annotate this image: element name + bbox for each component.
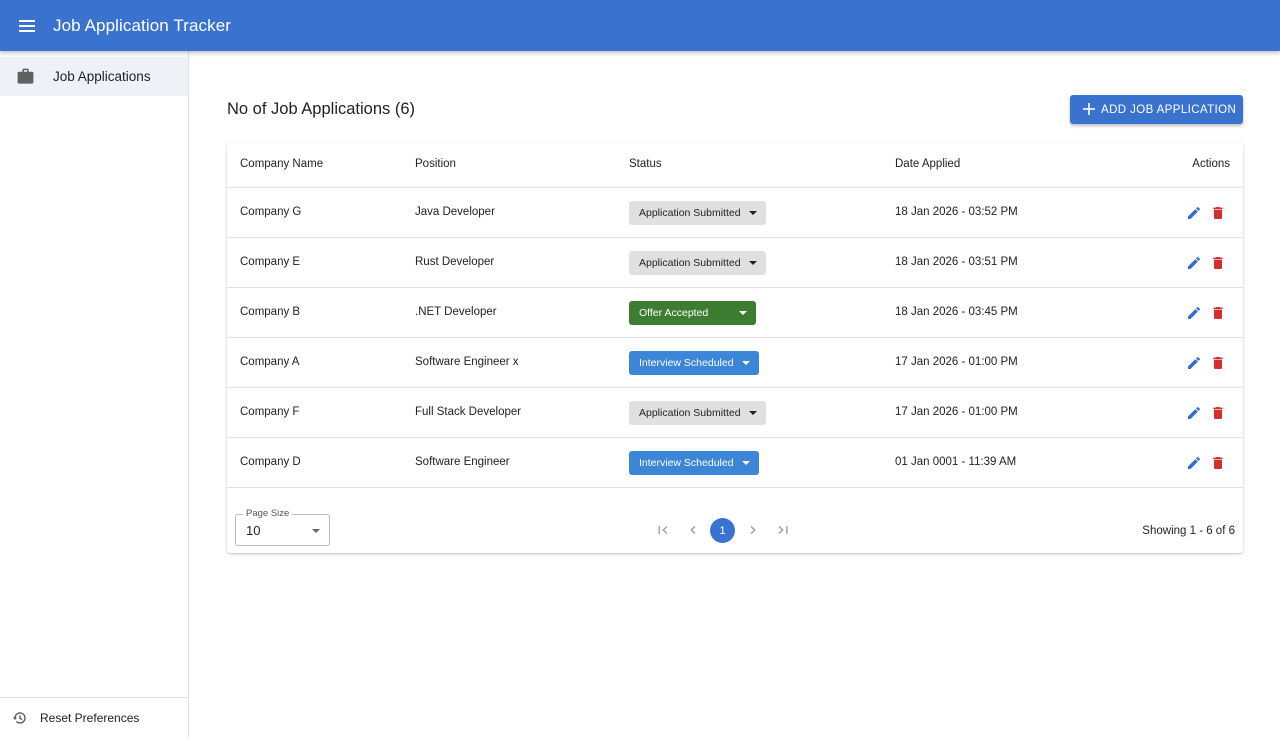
delete-icon[interactable] xyxy=(1210,305,1226,321)
first-page-icon[interactable] xyxy=(653,520,673,540)
app-bar: Job Application Tracker xyxy=(0,0,1280,51)
date-cell: 17 Jan 2026 - 01:00 PM xyxy=(895,356,1018,368)
delete-icon[interactable] xyxy=(1210,405,1226,421)
chevron-down-icon xyxy=(739,311,747,315)
plus-icon xyxy=(1082,102,1096,116)
edit-icon[interactable] xyxy=(1186,405,1202,421)
company-cell: Company F xyxy=(240,406,300,418)
page-size-label: Page Size xyxy=(243,508,293,519)
position-cell: Java Developer xyxy=(415,206,495,218)
date-cell: 18 Jan 2026 - 03:45 PM xyxy=(895,306,1018,318)
position-cell: Rust Developer xyxy=(415,256,495,268)
page-size-select[interactable]: Page Size 10 xyxy=(235,508,330,546)
column-header-actions: Actions xyxy=(1192,158,1230,170)
sidebar-item-job-applications[interactable]: Job Applications xyxy=(0,57,188,96)
menu-icon[interactable] xyxy=(14,13,40,39)
table-row: Company A Software Engineer x Interview Sc… xyxy=(227,338,1243,388)
company-cell: Company E xyxy=(240,256,301,268)
company-cell: Company A xyxy=(240,356,300,368)
applications-table: Company Name Position Status Date Applie… xyxy=(227,143,1243,553)
table-row: Company D Software Engineer Interview Sche… xyxy=(227,438,1243,488)
company-cell: Company G xyxy=(240,206,302,218)
chevron-down-icon xyxy=(742,461,750,465)
table-footer: Page Size 10 1 Showing 1 - 6 of 6 xyxy=(227,488,1243,553)
column-header-status[interactable]: Status xyxy=(629,158,662,170)
table-row: Company G Java Developer Application Submi… xyxy=(227,188,1243,238)
reset-preferences-label: Reset Preferences xyxy=(40,710,140,725)
position-cell: .NET Developer xyxy=(415,306,497,318)
date-cell: 01 Jan 0001 - 11:39 AM xyxy=(895,456,1017,468)
status-dropdown[interactable]: Interview Scheduled xyxy=(629,351,759,375)
delete-icon[interactable] xyxy=(1210,205,1226,221)
chevron-down-icon xyxy=(742,361,750,365)
date-cell: 18 Jan 2026 - 03:51 PM xyxy=(895,256,1018,268)
edit-icon[interactable] xyxy=(1186,305,1202,321)
edit-icon[interactable] xyxy=(1186,205,1202,221)
status-dropdown[interactable]: Application Submitted xyxy=(629,401,766,425)
table-header: Company Name Position Status Date Applie… xyxy=(227,143,1243,188)
company-cell: Company D xyxy=(240,456,301,468)
app-title: Job Application Tracker xyxy=(53,15,232,35)
delete-icon[interactable] xyxy=(1210,455,1226,471)
position-cell: Software Engineer x xyxy=(415,356,519,368)
pagination-summary: Showing 1 - 6 of 6 xyxy=(1142,525,1235,537)
edit-icon[interactable] xyxy=(1186,455,1202,471)
position-cell: Software Engineer xyxy=(415,456,510,468)
delete-icon[interactable] xyxy=(1210,255,1226,271)
last-page-icon[interactable] xyxy=(773,520,793,540)
column-header-position[interactable]: Position xyxy=(415,158,456,170)
date-cell: 17 Jan 2026 - 01:00 PM xyxy=(895,406,1018,418)
company-cell: Company B xyxy=(240,306,301,318)
edit-icon[interactable] xyxy=(1186,255,1202,271)
reset-preferences-button[interactable]: Reset Preferences xyxy=(0,697,188,737)
next-page-icon[interactable] xyxy=(743,520,763,540)
status-dropdown[interactable]: Interview Scheduled xyxy=(629,451,759,475)
add-job-application-button[interactable]: ADD JOB APPLICATION xyxy=(1070,95,1243,124)
chevron-down-icon xyxy=(749,211,757,215)
table-row: Company F Full Stack Developer Application… xyxy=(227,388,1243,438)
status-dropdown[interactable]: Application Submitted xyxy=(629,201,766,225)
status-dropdown[interactable]: Offer Accepted xyxy=(629,301,756,325)
status-label: Offer Accepted xyxy=(639,307,709,319)
edit-icon[interactable] xyxy=(1186,355,1202,371)
sidebar: Job Applications Reset Preferences xyxy=(0,51,189,737)
page-button-current[interactable]: 1 xyxy=(710,518,735,543)
briefcase-icon xyxy=(16,67,35,86)
main-content: No of Job Applications (6) ADD JOB APPLI… xyxy=(190,51,1280,737)
chevron-down-icon xyxy=(312,529,320,533)
add-button-label: ADD JOB APPLICATION xyxy=(1101,103,1237,116)
page-title: No of Job Applications (6) xyxy=(227,100,416,118)
status-label: Application Submitted xyxy=(639,257,741,269)
column-header-company[interactable]: Company Name xyxy=(240,158,323,170)
column-header-date[interactable]: Date Applied xyxy=(895,158,960,170)
status-label: Application Submitted xyxy=(639,207,741,219)
chevron-down-icon xyxy=(749,261,757,265)
delete-icon[interactable] xyxy=(1210,355,1226,371)
history-icon xyxy=(12,710,28,726)
status-label: Interview Scheduled xyxy=(639,457,734,469)
table-row: Company E Rust Developer Application Submi… xyxy=(227,238,1243,288)
sidebar-item-label: Job Applications xyxy=(53,69,151,84)
page-size-value: 10 xyxy=(246,523,261,538)
position-cell: Full Stack Developer xyxy=(415,406,522,418)
status-label: Application Submitted xyxy=(639,407,741,419)
date-cell: 18 Jan 2026 - 03:52 PM xyxy=(895,206,1018,218)
chevron-down-icon xyxy=(749,411,757,415)
status-label: Interview Scheduled xyxy=(639,357,734,369)
previous-page-icon[interactable] xyxy=(683,520,703,540)
table-row: Company B .NET Developer Offer Accepted 18 … xyxy=(227,288,1243,338)
status-dropdown[interactable]: Application Submitted xyxy=(629,251,766,275)
